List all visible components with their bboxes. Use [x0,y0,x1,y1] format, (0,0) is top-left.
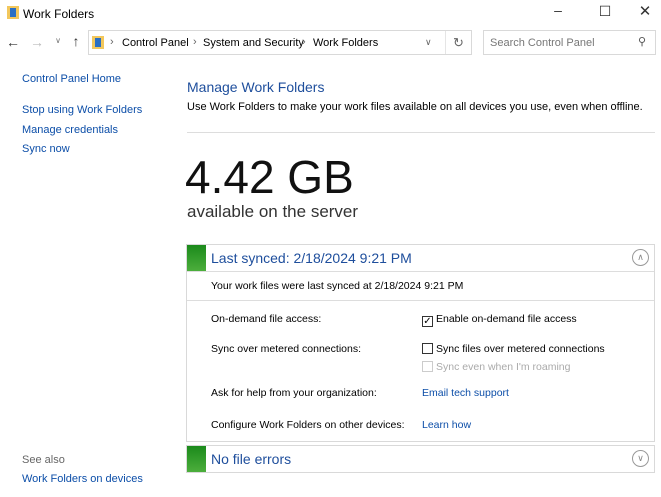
enable-on-demand-checkbox[interactable]: ✓ Enable on-demand file access [422,313,577,327]
configure-label: Configure Work Folders on other devices: [211,419,405,431]
storage-label: available on the server [187,202,359,221]
recent-dropdown[interactable]: ∨ [53,36,63,45]
search-icon[interactable]: ⚲ [638,35,646,48]
metered-label: Sync over metered connections: [211,343,361,355]
breadcrumb-control-panel[interactable]: Control Panel [122,37,189,49]
page-title: Manage Work Folders [187,79,325,95]
close-button[interactable]: ✕ [630,2,660,20]
back-button[interactable]: ← [4,34,22,50]
expand-icon[interactable]: ∨ [632,450,649,467]
email-tech-support-link[interactable]: Email tech support [422,387,509,399]
address-bar[interactable]: › Control Panel › System and Security › … [88,30,472,55]
sidebar-stop-using[interactable]: Stop using Work Folders [22,104,142,116]
errors-panel: No file errors ∨ [186,445,655,473]
folder-icon [92,36,104,49]
window-title: Work Folders [23,7,95,21]
sync-panel: Last synced: 2/18/2024 9:21 PM ∧ Your wo… [186,244,655,442]
address-dropdown-icon[interactable]: ∨ [425,37,432,48]
forward-button[interactable]: → [28,34,46,50]
sync-roaming-checkbox: Sync even when I'm roaming [422,361,571,373]
up-button[interactable]: ↑ [68,33,84,49]
sync-panel-header[interactable]: Last synced: 2/18/2024 9:21 PM [211,250,412,266]
help-label: Ask for help from your organization: [211,387,377,399]
see-also-label: See also [22,454,65,466]
see-also-work-folders-devices[interactable]: Work Folders on devices [22,473,143,485]
breadcrumb-system-security[interactable]: System and Security [203,37,304,49]
app-icon [7,6,19,19]
refresh-icon[interactable]: ↻ [453,35,464,51]
search-input[interactable]: Search Control Panel ⚲ [483,30,656,55]
status-ok-indicator [187,446,206,472]
page-description: Use Work Folders to make your work files… [187,101,643,113]
sync-metered-checkbox[interactable]: Sync files over metered connections [422,343,605,355]
maximize-button[interactable]: ☐ [590,3,620,20]
divider [187,132,655,133]
breadcrumb-work-folders[interactable]: Work Folders [313,37,378,49]
sidebar-manage-credentials[interactable]: Manage credentials [22,124,118,136]
learn-how-link[interactable]: Learn how [422,419,471,431]
collapse-icon[interactable]: ∧ [632,249,649,266]
sidebar-home-link[interactable]: Control Panel Home [22,73,121,85]
last-synced-detail: Your work files were last synced at 2/18… [211,280,464,292]
on-demand-label: On-demand file access: [211,313,322,325]
errors-panel-header[interactable]: No file errors [211,451,291,467]
minimize-button[interactable]: – [543,2,573,18]
storage-amount: 4.42 GB [185,151,354,203]
status-ok-indicator [187,245,206,271]
sidebar-sync-now[interactable]: Sync now [22,143,70,155]
